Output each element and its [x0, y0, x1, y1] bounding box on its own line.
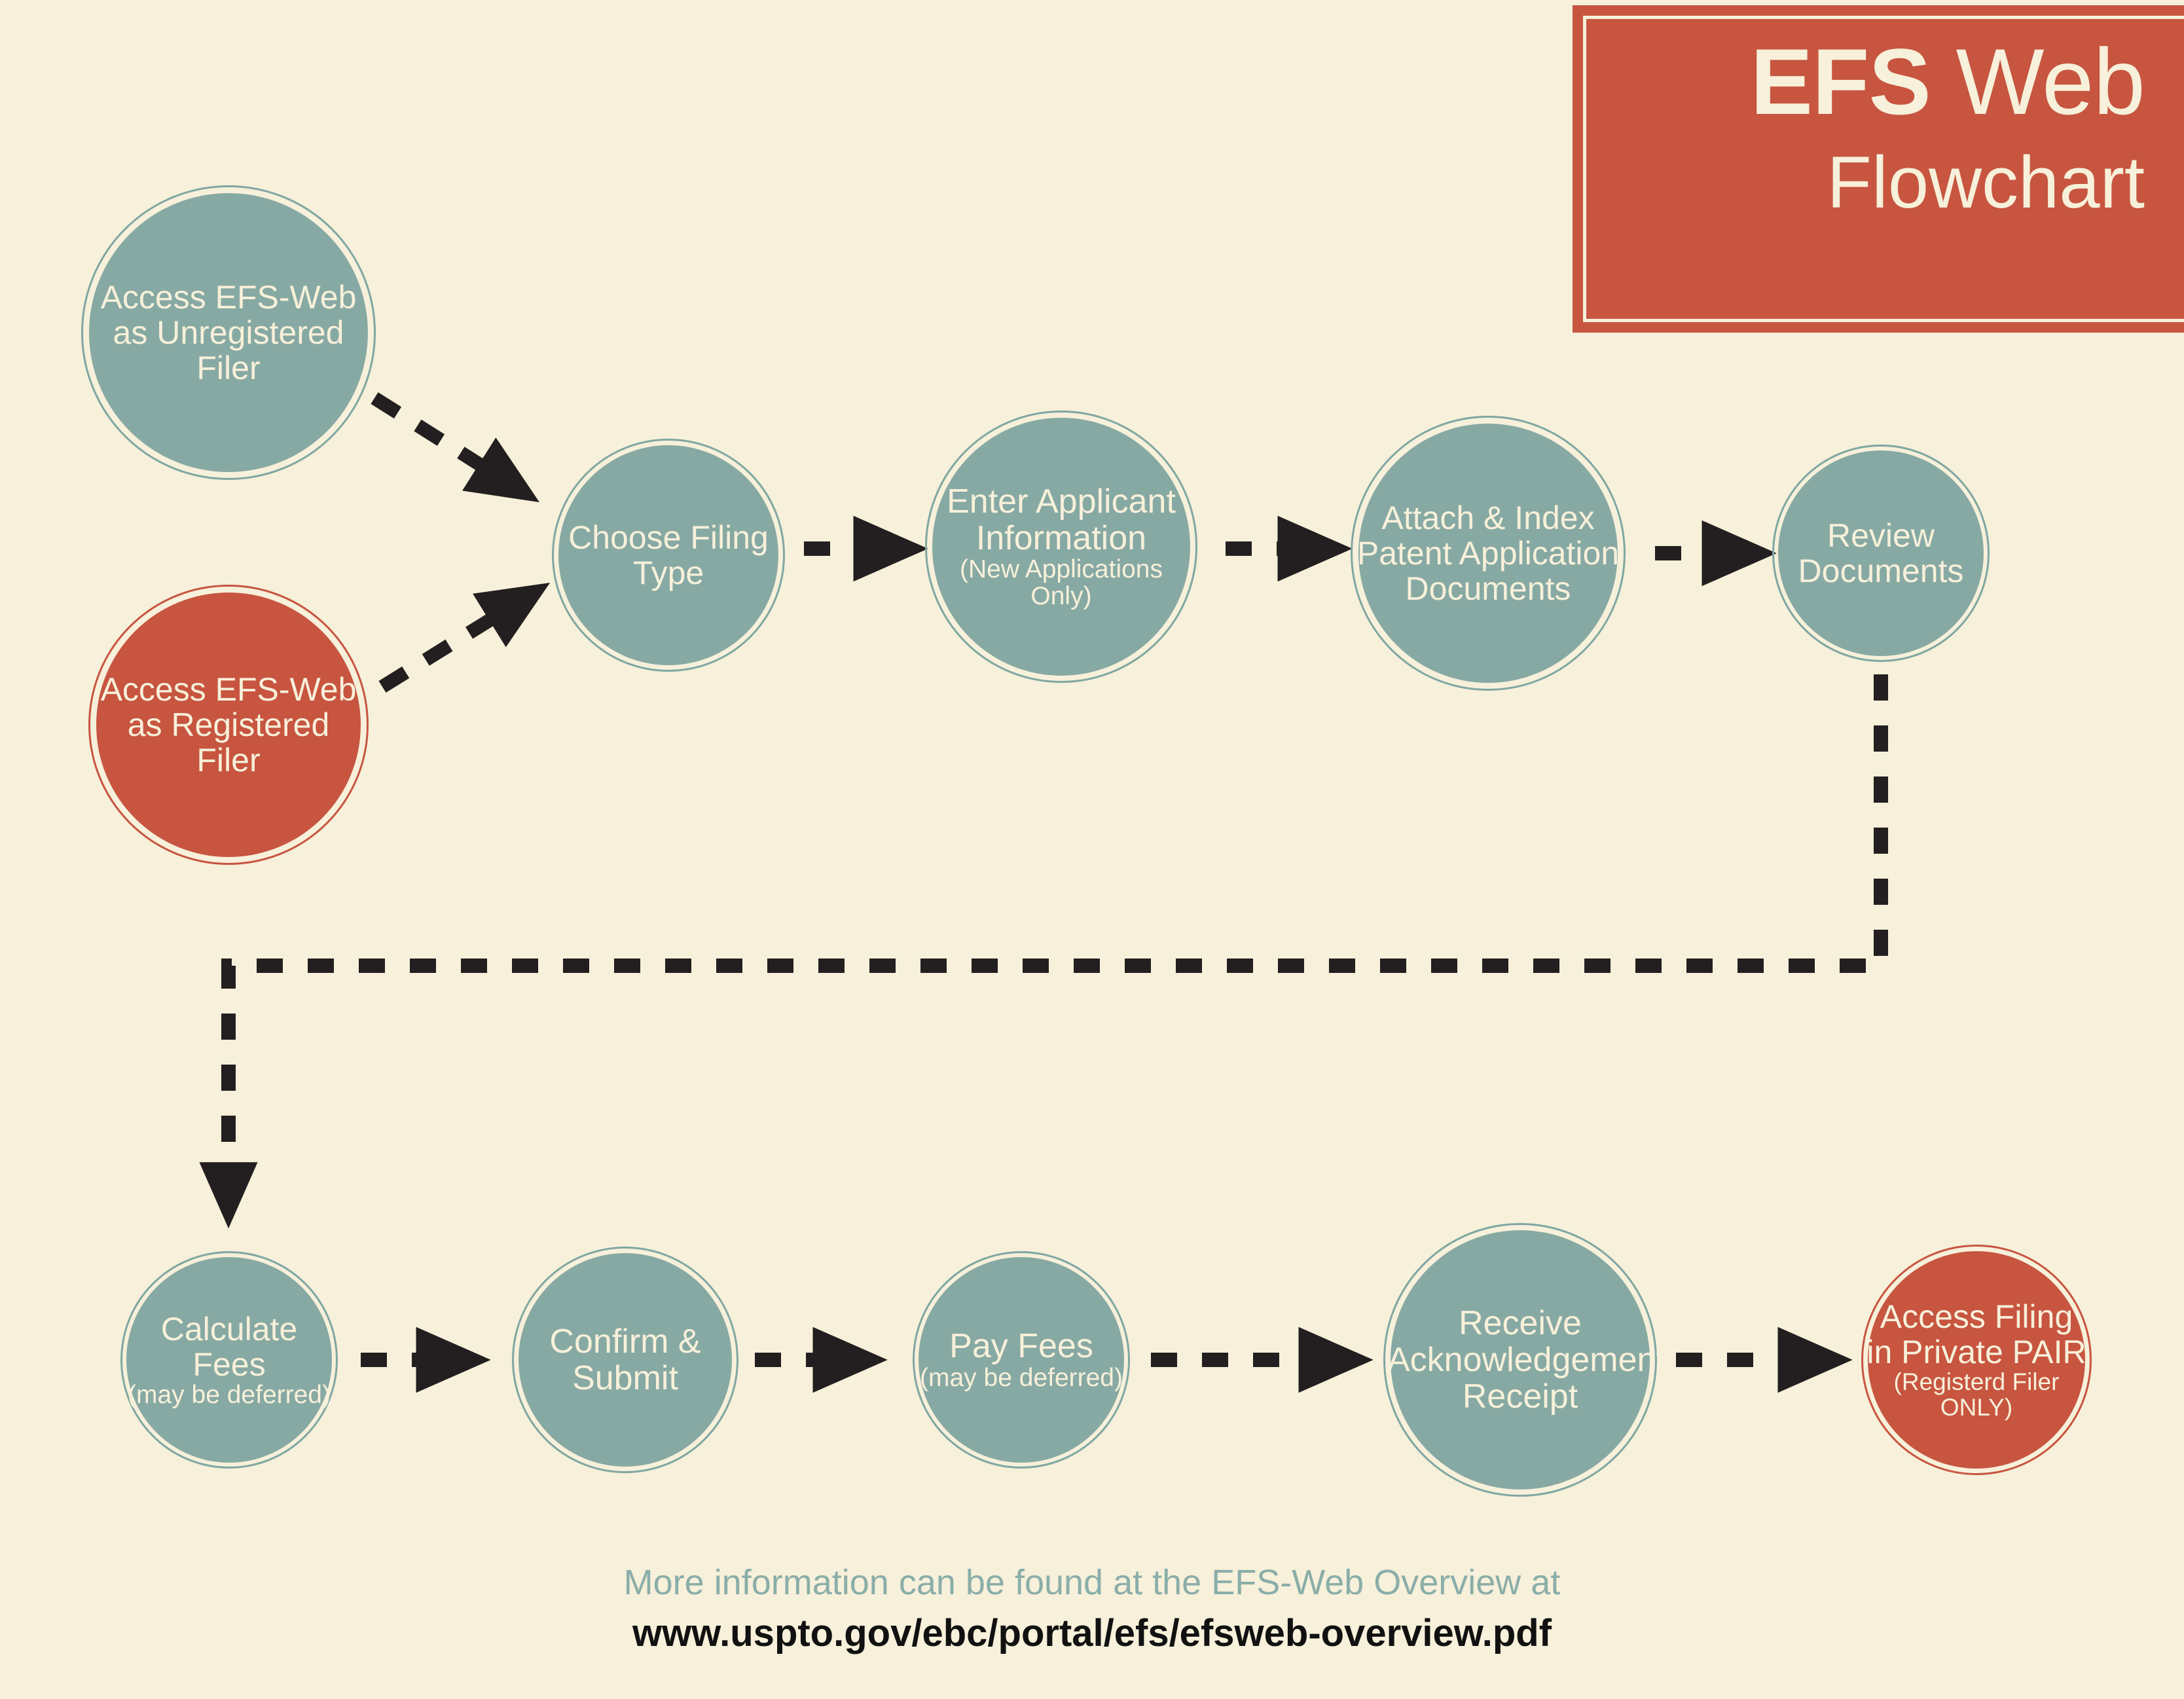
node-label: Confirm & Submit [549, 1322, 701, 1397]
flowchart-node-receive-ack-receipt: Receive Acknowledgement Receipt [1383, 1223, 1665, 1497]
title-web: Web [1930, 30, 2145, 134]
edge-review-documents-to-calculate-fees [199, 674, 1888, 1229]
edge-access-registered-to-choose-filing-type [378, 583, 551, 693]
title-efs: EFS [1750, 30, 1931, 134]
flowchart-node-attach-index-docs: Attach & Index Patent Application Docume… [1351, 416, 1626, 691]
title-line2: Flowchart [1827, 141, 2145, 223]
node-sublabel: (Registerd Filer ONLY) [1893, 1368, 2060, 1421]
node-label: Review Documents [1798, 517, 1964, 589]
node-label: Access EFS-Web as Registered Filer [100, 671, 357, 778]
node-label: Calculate Fees (may be deferred) [120, 1311, 338, 1409]
node-label: Access Filing in Private PAIR (Registerd … [1861, 1299, 2092, 1421]
node-sublabel: (may be deferred) [128, 1380, 331, 1409]
edge-access-unregistered-to-choose-filing-type [371, 392, 540, 503]
flowchart-node-access-private-pair: Access Filing in Private PAIR (Registerd … [1861, 1245, 2092, 1475]
title-block: EFS Web Flowchart [1573, 5, 2184, 333]
flowchart-node-confirm-submit: Confirm & Submit [512, 1247, 738, 1473]
title-line1: EFS Web [1576, 35, 2145, 129]
node-label: Attach & Index Patent Application Docume… [1356, 500, 1620, 607]
flowchart-node-calculate-fees: Calculate Fees (may be deferred) [120, 1251, 338, 1469]
title-text: EFS Web Flowchart [1576, 35, 2145, 219]
node-sublabel: (may be deferred) [920, 1363, 1123, 1392]
footer: More information can be found at the EFS… [0, 1563, 2184, 1654]
flowchart-node-choose-filing-type: Choose Filing Type [552, 439, 785, 672]
node-label: Receive Acknowledgement Receipt [1387, 1304, 1665, 1416]
node-label: Access EFS-Web as Unregistered Filer [100, 279, 357, 386]
flowchart-node-enter-applicant-info: Enter Applicant Information (New Applicat… [925, 411, 1197, 683]
flowchart-node-access-registered: Access EFS-Web as Registered Filer [88, 585, 369, 865]
footer-url[interactable]: www.uspto.gov/ebc/portal/efs/efsweb-over… [0, 1613, 2184, 1654]
node-label: Enter Applicant Information (New Applicat… [925, 483, 1197, 610]
node-label: Choose Filing Type [568, 519, 769, 591]
flowchart-node-review-documents: Review Documents [1772, 445, 1990, 662]
footer-info-text: More information can be found at the EFS… [623, 1563, 1561, 1602]
flowchart-node-access-unregistered: Access EFS-Web as Unregistered Filer [81, 185, 376, 480]
node-sublabel: (New Applications Only) [960, 555, 1163, 611]
node-label: Pay Fees (may be deferred) [913, 1328, 1130, 1391]
flowchart-node-pay-fees: Pay Fees (may be deferred) [913, 1251, 1130, 1469]
flowchart-canvas: EFS Web Flowchart Access EFS-Web as Unre… [0, 0, 2184, 1699]
